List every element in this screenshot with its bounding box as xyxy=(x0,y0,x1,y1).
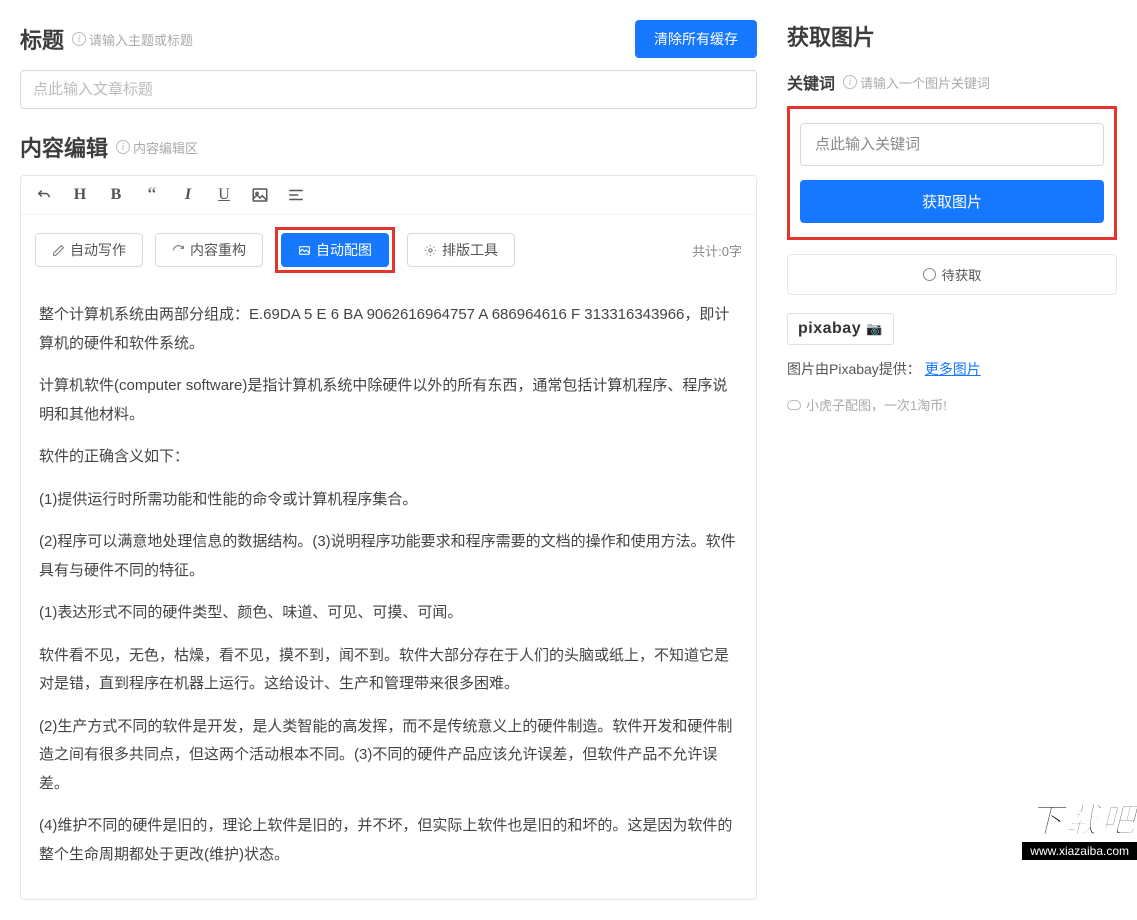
camera-icon: 📷 xyxy=(866,321,883,336)
title-hint: i 请输入主题或标题 xyxy=(72,30,193,49)
more-images-link[interactable]: 更多图片 xyxy=(925,361,981,377)
info-icon: i xyxy=(116,140,130,154)
title-label: 标题 xyxy=(20,23,64,55)
info-icon: i xyxy=(72,32,86,46)
char-counter: 共计:0字 xyxy=(692,241,742,260)
paragraph: (4)维护不同的硬件是旧的，理论上软件是旧的，并不坏，但实际上软件也是旧的和坏的… xyxy=(39,812,738,869)
heading-icon[interactable]: H xyxy=(71,186,89,204)
title-header: 标题 i 请输入主题或标题 清除所有缓存 xyxy=(20,20,757,58)
info-icon: i xyxy=(843,75,857,89)
underline-icon[interactable]: U xyxy=(215,186,233,204)
watermark: 下载吧 www.xiazaiba.com xyxy=(1022,793,1137,860)
auto-image-highlight: 自动配图 xyxy=(275,227,395,273)
image-icon[interactable] xyxy=(251,186,269,204)
pixabay-logo: pixabay 📷 xyxy=(787,313,894,345)
align-left-icon[interactable] xyxy=(287,186,305,204)
paragraph: 计算机软件(computer software)是指计算机系统中除硬件以外的所有… xyxy=(39,372,738,429)
circle-icon xyxy=(923,268,936,281)
paragraph: (2)生产方式不同的软件是开发，是人类智能的高发挥，而不是传统意义上的硬件制造。… xyxy=(39,713,738,799)
paragraph: (2)程序可以满意地处理信息的数据结构。(3)说明程序功能要求和程序需要的文档的… xyxy=(39,528,738,585)
taobi-note: 小虎子配图，一次1淘币! xyxy=(787,395,1117,414)
editor-label: 内容编辑 xyxy=(20,131,108,163)
paragraph: 整个计算机系统由两部分组成：E.69DA 5 E 6 BA 9062616964… xyxy=(39,301,738,358)
paragraph: (1)表达形式不同的硬件类型、颜色、味道、可见、可摸、可闻。 xyxy=(39,599,738,628)
keyword-label: 关键词 xyxy=(787,70,835,94)
pending-button[interactable]: 待获取 xyxy=(787,254,1117,295)
paragraph: (1)提供运行时所需功能和性能的命令或计算机程序集合。 xyxy=(39,486,738,515)
paragraph: 软件看不见，无色，枯燥，看不见，摸不到，闻不到。软件大部分存在于人们的头脑或纸上… xyxy=(39,642,738,699)
formatting-toolbar: H B “ I U xyxy=(21,176,756,215)
clear-cache-button[interactable]: 清除所有缓存 xyxy=(635,20,757,58)
provider-text: 图片由Pixabay提供： 更多图片 xyxy=(787,359,1117,379)
action-toolbar: 自动写作 内容重构 自动配图 排版工具 xyxy=(21,215,756,285)
keyword-highlight: 获取图片 xyxy=(787,106,1117,240)
keyword-input[interactable] xyxy=(800,123,1104,166)
fetch-image-button[interactable]: 获取图片 xyxy=(800,180,1104,223)
paragraph: 软件的正确含义如下： xyxy=(39,443,738,472)
keyword-hint: i 请输入一个图片关键词 xyxy=(843,73,990,92)
italic-icon[interactable]: I xyxy=(179,186,197,204)
cloud-icon xyxy=(787,400,801,410)
editor-container: H B “ I U 自动写作 内容重构 xyxy=(20,175,757,900)
undo-icon[interactable] xyxy=(35,186,53,204)
layout-tool-button[interactable]: 排版工具 xyxy=(407,233,515,267)
article-title-input[interactable] xyxy=(20,70,757,109)
quote-icon[interactable]: “ xyxy=(143,186,161,204)
content-restruct-button[interactable]: 内容重构 xyxy=(155,233,263,267)
auto-write-button[interactable]: 自动写作 xyxy=(35,233,143,267)
image-panel-title: 获取图片 xyxy=(787,20,875,52)
editor-content[interactable]: 整个计算机系统由两部分组成：E.69DA 5 E 6 BA 9062616964… xyxy=(21,285,756,899)
editor-hint: i 内容编辑区 xyxy=(116,138,198,157)
auto-image-button[interactable]: 自动配图 xyxy=(281,233,389,267)
bold-icon[interactable]: B xyxy=(107,186,125,204)
